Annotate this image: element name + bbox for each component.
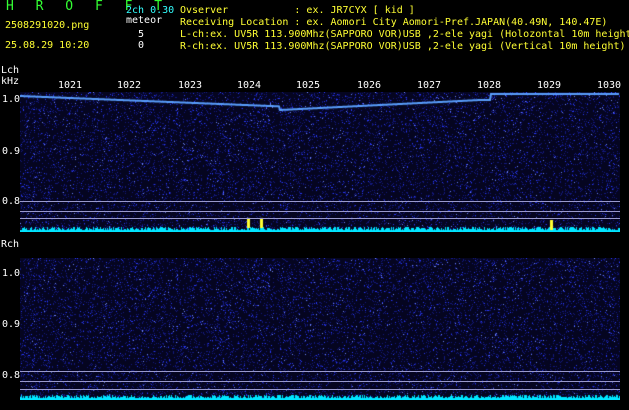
- lch-ref-line: [20, 211, 620, 212]
- location: Receiving Location : ex. Aomori City Aom…: [180, 17, 608, 28]
- lch-time-tick: 1028: [477, 80, 502, 91]
- lch-time-tick: 1024: [237, 80, 262, 91]
- lch-time-tick: 1027: [417, 80, 442, 91]
- lch-info: L-ch:ex. UV5R 113.900Mhz(SAPPORO VOR)USB…: [180, 29, 629, 40]
- rch-ytick-0.8: 0.8: [2, 370, 21, 381]
- rch-ytick-1.0: 1.0: [2, 268, 21, 279]
- lch-time-tick: 1030: [597, 80, 622, 91]
- rch-ref-line: [20, 371, 620, 372]
- filename: 2508291020.png: [5, 20, 90, 31]
- observer: Ovserver : ex. JR7CYX [ kid ]: [180, 5, 415, 16]
- lch-time-tick: 1021: [58, 80, 83, 91]
- meteor-label: meteor: [126, 15, 163, 26]
- header: H R O F F T 2508291020.png 25.08.29 10:2…: [0, 0, 629, 62]
- rch-ytick-0.9: 0.9: [2, 319, 21, 330]
- lch-time-tick: 1022: [117, 80, 142, 91]
- lch-ref-line: [20, 218, 620, 219]
- rch-info: R-ch:ex. UV5R 113.900Mhz(SAPPORO VOR)USB…: [180, 41, 626, 52]
- lch-time-tick: 1026: [357, 80, 382, 91]
- lch-ytick-1.0: 1.0: [2, 94, 21, 105]
- rch-ref-line: [20, 381, 620, 382]
- lch-time-tick: 1025: [296, 80, 321, 91]
- lch-ytick-0.9: 0.9: [2, 146, 21, 157]
- rch-ref-line: [20, 389, 620, 390]
- meteor-count-rch: 0: [138, 40, 145, 51]
- lch-ref-line: [20, 201, 620, 202]
- datetime: 25.08.29 10:20: [5, 40, 90, 51]
- rch-label: Rch: [1, 239, 20, 250]
- lch-time-tick: 1029: [537, 80, 562, 91]
- lch-time-tick: 1023: [178, 80, 203, 91]
- rch-spectrogram[interactable]: [20, 258, 620, 400]
- lch-ytick-0.8: 0.8: [2, 196, 21, 207]
- lch-unit: kHz: [1, 76, 20, 87]
